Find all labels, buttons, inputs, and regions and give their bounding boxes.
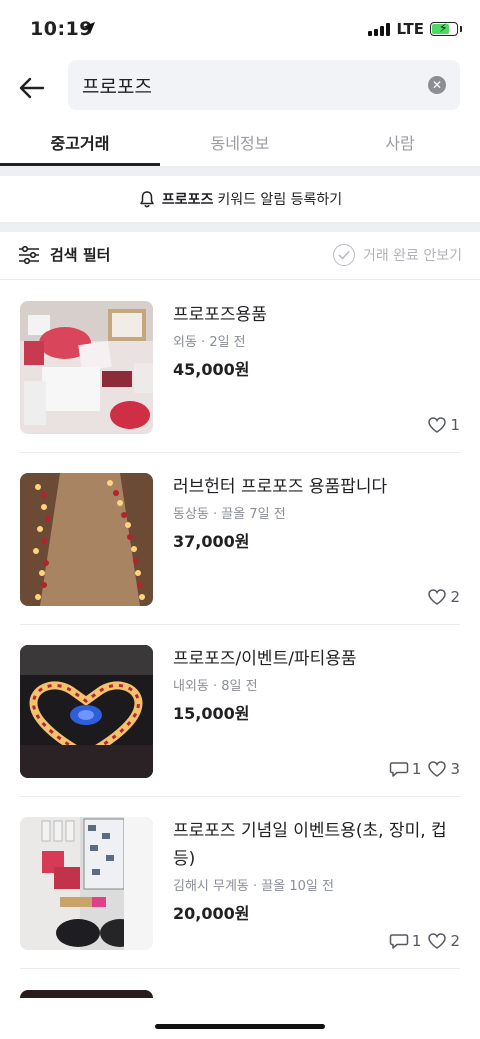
product-thumbnail — [20, 473, 153, 606]
keyword-alert-button[interactable]: 프로포즈 키워드 알림 등록하기 — [0, 176, 480, 222]
item-meta: 김해시 무계동 · 끌올 10일 전 — [173, 879, 334, 894]
search-header: ✕ — [0, 60, 480, 116]
chat-bubble-icon — [389, 762, 409, 777]
product-list: 프로포즈용품 외동 · 2일 전 45,000원 1 러브헌터 프로포즈 용품팝… — [0, 281, 480, 969]
like-count: 2 — [450, 588, 460, 606]
sliders-icon — [19, 245, 39, 264]
like-count: 1 — [450, 416, 460, 434]
divider — [0, 222, 480, 232]
alert-text: 키워드 알림 등록하기 — [217, 192, 343, 208]
item-meta: 외동 · 2일 전 — [173, 335, 246, 350]
item-meta: 동상동 · 끌올 7일 전 — [173, 507, 286, 522]
item-counts: 1 — [421, 416, 460, 434]
item-price: 37,000원 — [173, 532, 250, 551]
item-price: 20,000원 — [173, 904, 250, 923]
item-price: 45,000원 — [173, 360, 250, 379]
bell-icon — [140, 191, 154, 208]
search-input[interactable] — [82, 60, 412, 110]
heart-icon — [428, 589, 447, 605]
home-indicator — [155, 1024, 325, 1029]
close-icon: ✕ — [431, 78, 443, 92]
item-title: 프로포즈 기념일 이벤트용(초, 장미, 컵등) — [173, 821, 447, 869]
check-circle-icon — [332, 244, 355, 266]
chat-bubble-icon — [389, 934, 409, 949]
item-price: 15,000원 — [173, 704, 250, 723]
chat-count: 1 — [411, 932, 422, 950]
network-label: LTE — [396, 20, 424, 38]
search-filter-button[interactable]: 검색 필터 — [18, 244, 110, 265]
tab-people[interactable]: 사람 — [320, 116, 480, 166]
arrow-left-icon — [19, 77, 45, 99]
like-count: 3 — [450, 760, 460, 778]
item-title: 프로포즈/이벤트/파티용품 — [173, 649, 357, 669]
list-item[interactable]: 프로포즈/이벤트/파티용품 내외동 · 8일 전 15,000원 1 3 — [20, 625, 460, 797]
list-item[interactable]: 러브헌터 프로포즈 용품팝니다 동상동 · 끌올 7일 전 37,000원 2 — [20, 453, 460, 625]
divider — [0, 166, 480, 176]
alert-keyword: 프로포즈 — [161, 192, 214, 208]
tab-local-info[interactable]: 동네정보 — [160, 116, 320, 166]
product-thumbnail — [20, 301, 153, 434]
hide-completed-label: 거래 완료 안보기 — [362, 248, 462, 264]
tab-bar: 중고거래 동네정보 사람 — [0, 116, 480, 166]
tab-used-trade[interactable]: 중고거래 — [0, 116, 160, 166]
clear-search-button[interactable]: ✕ — [428, 76, 446, 94]
item-counts: 2 — [421, 588, 460, 606]
like-count: 2 — [450, 932, 460, 950]
item-title: 러브헌터 프로포즈 용품팝니다 — [173, 477, 388, 497]
back-button[interactable] — [14, 70, 50, 106]
signal-icon — [368, 22, 391, 36]
heart-icon — [428, 933, 447, 949]
filter-row: 검색 필터 거래 완료 안보기 — [0, 232, 480, 280]
item-counts: 1 2 — [383, 932, 460, 950]
heart-icon — [428, 761, 447, 777]
location-arrow-icon — [83, 22, 95, 34]
product-thumbnail — [20, 817, 153, 950]
item-title: 프로포즈용품 — [173, 305, 267, 325]
product-thumbnail — [20, 645, 153, 778]
item-counts: 1 3 — [383, 760, 460, 778]
filter-label: 검색 필터 — [50, 246, 111, 264]
hide-completed-toggle[interactable]: 거래 완료 안보기 — [332, 244, 462, 266]
battery-icon: ⚡ — [430, 21, 462, 36]
item-meta: 내외동 · 8일 전 — [173, 679, 258, 694]
status-bar: 10:19 LTE ⚡ — [0, 0, 480, 60]
bottom-area — [0, 998, 480, 1039]
heart-icon — [428, 417, 447, 433]
list-item[interactable]: 프로포즈용품 외동 · 2일 전 45,000원 1 — [20, 281, 460, 453]
list-item[interactable]: 프로포즈 기념일 이벤트용(초, 장미, 컵등) 김해시 무계동 · 끌올 10… — [20, 797, 460, 969]
chat-count: 1 — [411, 760, 422, 778]
search-box[interactable]: ✕ — [68, 60, 460, 110]
